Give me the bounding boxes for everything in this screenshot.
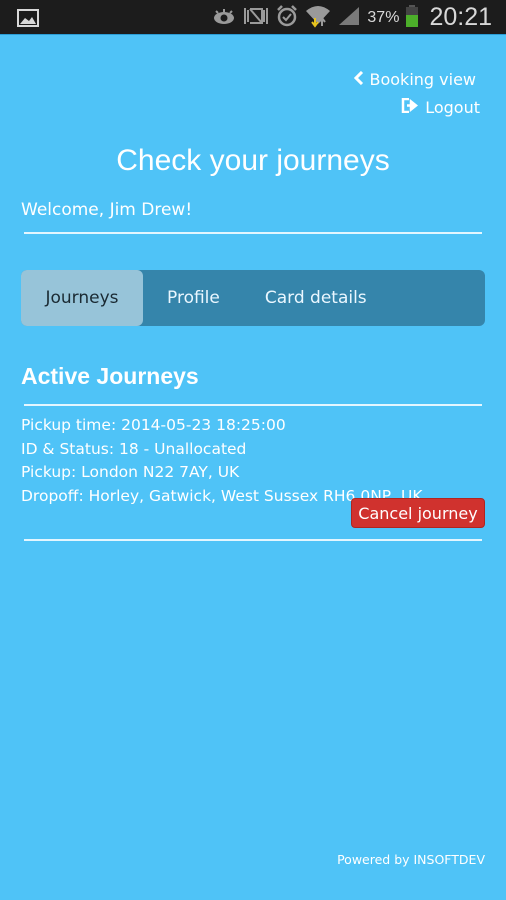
divider <box>24 232 482 234</box>
wifi-icon <box>305 4 331 32</box>
logout-link[interactable]: Logout <box>354 94 480 122</box>
battery-icon <box>406 4 419 31</box>
eye-icon <box>212 7 236 29</box>
divider <box>24 404 482 406</box>
id-status: ID & Status: 18 - Unallocated <box>21 439 247 458</box>
tab-bar: Journeys Profile Card details <box>21 270 485 326</box>
signal-icon <box>338 6 360 30</box>
top-links: Booking view Logout <box>353 66 480 122</box>
clock: 20:21 <box>429 3 492 31</box>
divider <box>24 539 482 541</box>
footer-credit: Powered by INSOFTDEV <box>337 852 485 867</box>
alarm-icon <box>276 4 298 31</box>
pickup-time: Pickup time: 2014-05-23 18:25:00 <box>21 416 286 434</box>
chevron-left-icon <box>353 66 364 94</box>
image-icon <box>17 0 39 35</box>
tab-profile[interactable]: Profile <box>143 270 245 326</box>
status-bar: 37% 20:21 <box>0 0 506 35</box>
welcome-message: Welcome, Jim Drew! <box>21 200 193 220</box>
booking-view-link[interactable]: Booking view <box>353 66 477 94</box>
cancel-journey-button[interactable]: Cancel journey <box>351 498 485 528</box>
logout-icon <box>401 94 419 122</box>
page-title: Check your journeys <box>116 144 390 177</box>
logout-label: Logout <box>425 98 480 117</box>
vibrate-off-icon <box>243 6 269 30</box>
pickup-address: Pickup: London N22 7AY, UK <box>21 463 240 481</box>
section-title: Active Journeys <box>21 363 199 389</box>
tab-journeys[interactable]: Journeys <box>21 270 143 326</box>
tab-card-details[interactable]: Card details <box>245 270 387 326</box>
journey-item: Pickup time: 2014-05-23 18:25:00 ID & St… <box>21 414 423 508</box>
booking-view-label: Booking view <box>369 70 477 89</box>
battery-percent: 37% <box>367 8 400 26</box>
